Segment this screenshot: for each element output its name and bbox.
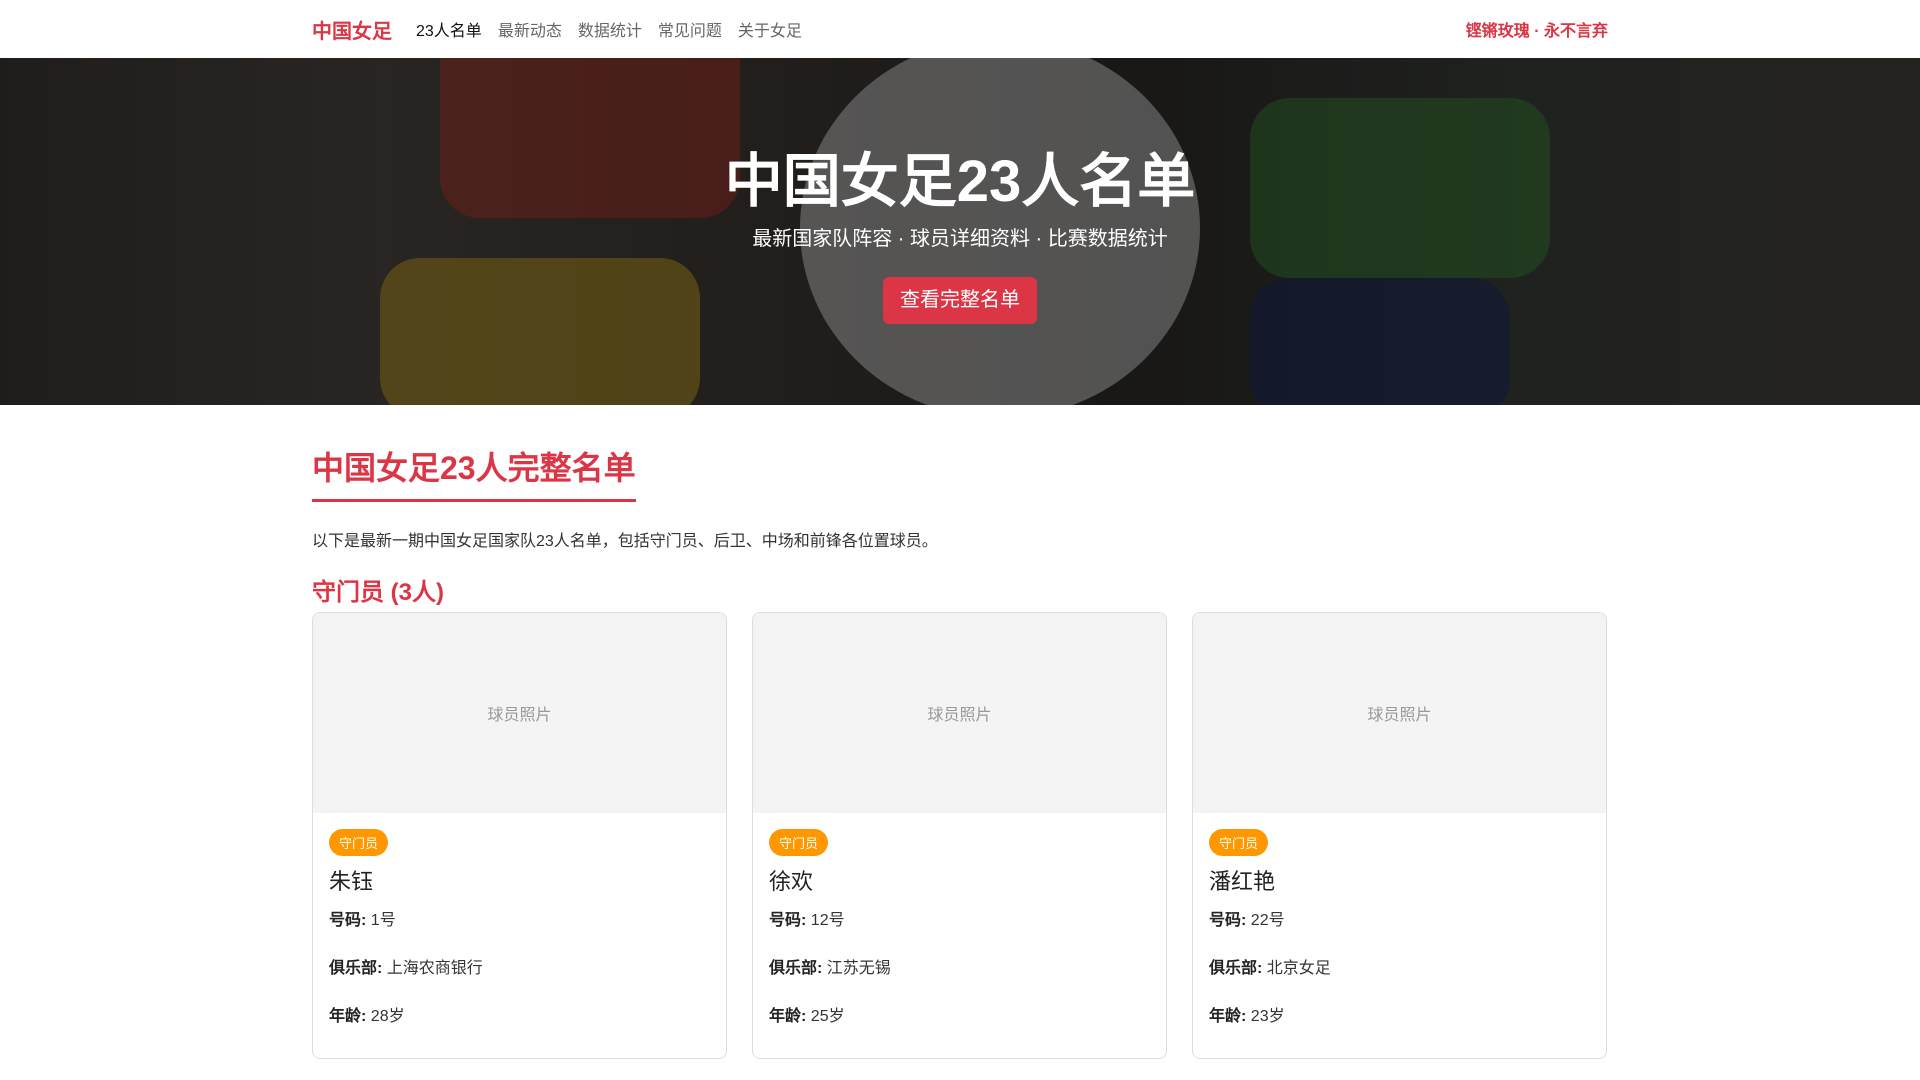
hero-title: 中国女足23人名单 <box>724 149 1196 214</box>
player-card[interactable]: 球员照片 守门员 徐欢 号码: 12号 俱乐部: 江苏无锡 年龄: 25岁 <box>752 612 1167 1059</box>
player-age: 年龄: 23岁 <box>1209 1008 1285 1025</box>
player-number: 号码: 1号 <box>329 912 396 929</box>
hero-subtitle: 最新国家队阵容 · 球员详细资料 · 比赛数据统计 <box>752 228 1168 250</box>
player-photo: 球员照片 <box>1193 613 1606 813</box>
nav-faq[interactable]: 常见问题 <box>658 17 722 41</box>
position-badge: 守门员 <box>769 829 829 856</box>
brand-logo[interactable]: 中国女足 <box>312 15 392 44</box>
section-description: 以下是最新一期中国女足国家队23人名单，包括守门员、后卫、中场和前锋各位置球员。 <box>312 533 938 550</box>
player-number: 号码: 12号 <box>769 912 845 929</box>
goalkeepers-heading: 守门员 (3人) <box>312 579 444 606</box>
player-age: 年龄: 28岁 <box>329 1008 405 1025</box>
nav-about[interactable]: 关于女足 <box>738 17 802 41</box>
player-name: 潘红艳 <box>1209 869 1276 894</box>
section-title: 中国女足23人完整名单 <box>312 443 636 502</box>
player-club: 俱乐部: 北京女足 <box>1209 960 1331 977</box>
player-photo: 球员照片 <box>753 613 1166 813</box>
position-badge: 守门员 <box>1209 829 1269 856</box>
player-photo: 球员照片 <box>313 613 726 813</box>
player-number: 号码: 22号 <box>1209 912 1285 929</box>
player-name: 徐欢 <box>769 869 814 894</box>
player-name: 朱钰 <box>329 869 374 894</box>
player-card[interactable]: 球员照片 守门员 潘红艳 号码: 22号 俱乐部: 北京女足 年龄: 23岁 <box>1192 612 1607 1059</box>
position-badge: 守门员 <box>329 829 389 856</box>
nav-roster[interactable]: 23人名单 <box>416 17 482 41</box>
view-full-roster-button[interactable]: 查看完整名单 <box>883 277 1037 324</box>
nav-stats[interactable]: 数据统计 <box>578 17 642 41</box>
hero-banner: 中国女足23人名单 最新国家队阵容 · 球员详细资料 · 比赛数据统计 查看完整… <box>0 58 1920 405</box>
player-card[interactable]: 球员照片 守门员 朱钰 号码: 1号 俱乐部: 上海农商银行 年龄: 28岁 <box>312 612 727 1059</box>
player-age: 年龄: 25岁 <box>769 1008 845 1025</box>
slogan: 铿锵玫瑰 · 永不言弃 <box>1465 23 1608 40</box>
top-navbar: 中国女足 23人名单 最新动态 数据统计 常见问题 关于女足 铿锵玫瑰 · 永不… <box>0 0 1920 58</box>
nav-news[interactable]: 最新动态 <box>498 17 562 41</box>
player-club: 俱乐部: 上海农商银行 <box>329 960 483 977</box>
player-club: 俱乐部: 江苏无锡 <box>769 960 891 977</box>
